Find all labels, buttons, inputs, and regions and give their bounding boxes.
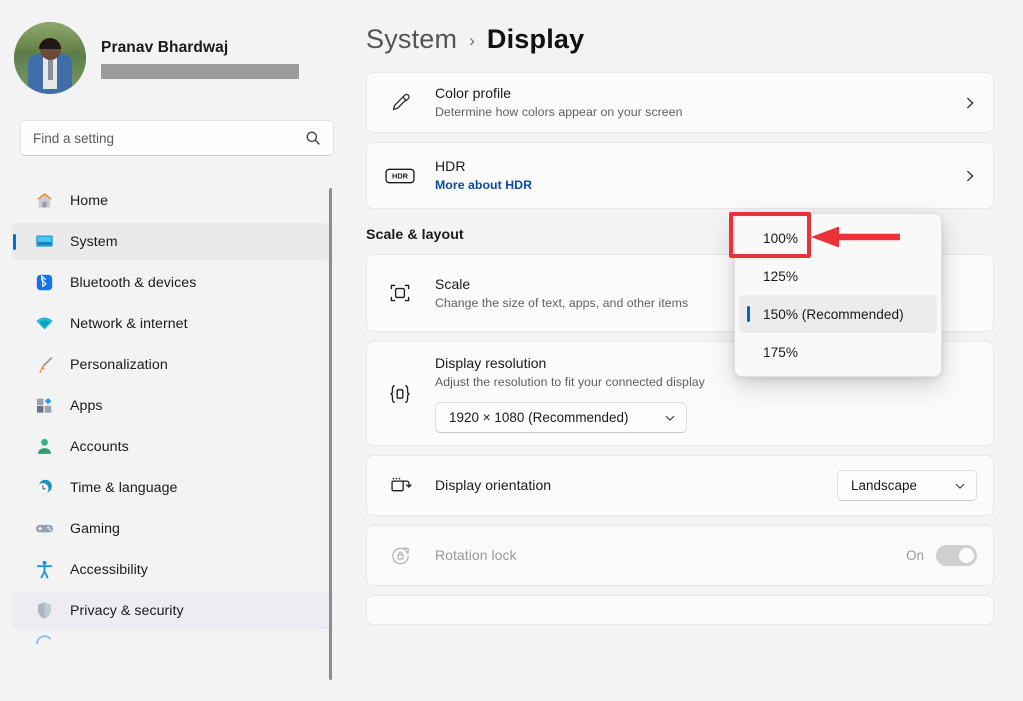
- chevron-down-icon: [954, 480, 966, 492]
- sidebar-item-time-language[interactable]: Time & language: [12, 469, 330, 506]
- card-title: Display orientation: [435, 476, 837, 495]
- sidebar-item-label: Accounts: [70, 439, 129, 455]
- scale-icon: [383, 276, 417, 310]
- card-title: Rotation lock: [435, 546, 906, 565]
- hdr-badge-icon: HDR: [383, 159, 417, 193]
- display-orientation-value: Landscape: [851, 478, 917, 493]
- rotation-lock-toggle: [936, 545, 977, 566]
- sidebar-item-label: Gaming: [70, 521, 120, 537]
- rotation-lock-icon: [383, 539, 417, 573]
- card-title: Scale: [435, 275, 735, 294]
- orientation-icon: [383, 469, 417, 503]
- sidebar-item-gaming[interactable]: Gaming: [12, 510, 330, 547]
- sidebar-item-home[interactable]: Home: [12, 182, 330, 219]
- sidebar-scrollbar[interactable]: [329, 188, 333, 680]
- card-partial-below[interactable]: [366, 595, 994, 625]
- shield-icon: [32, 599, 56, 623]
- sidebar-item-label: Home: [70, 193, 108, 209]
- sidebar-item-label: Personalization: [70, 357, 168, 373]
- gamepad-icon: [32, 517, 56, 541]
- card-hdr[interactable]: HDR HDR More about HDR: [366, 142, 994, 209]
- scale-option-150[interactable]: 150% (Recommended): [739, 295, 937, 333]
- chevron-right-icon: ›: [469, 31, 475, 51]
- sidebar-item-label: Time & language: [70, 480, 177, 496]
- svg-text:HDR: HDR: [392, 171, 409, 180]
- settings-list: Color profile Determine how colors appea…: [366, 72, 1012, 701]
- windows-update-icon: [32, 633, 56, 653]
- breadcrumb: System › Display: [366, 24, 584, 55]
- account-email-redacted: [101, 64, 299, 79]
- sidebar-item-partial[interactable]: [12, 633, 330, 653]
- breadcrumb-parent-link[interactable]: System: [366, 24, 457, 55]
- chevron-right-icon: [963, 169, 977, 183]
- sidebar-item-bluetooth-devices[interactable]: Bluetooth & devices: [12, 264, 330, 301]
- sidebar-item-personalization[interactable]: Personalization: [12, 346, 330, 383]
- account-name: Pranav Bhardwaj: [101, 38, 299, 58]
- sidebar-item-network-internet[interactable]: Network & internet: [12, 305, 330, 342]
- search-input[interactable]: [33, 131, 305, 146]
- page-title: Display: [487, 24, 584, 55]
- sidebar-scrollbar-thumb[interactable]: [329, 188, 332, 680]
- sidebar-nav: Home System: [0, 178, 348, 701]
- wifi-icon: [32, 312, 56, 336]
- sidebar-item-label: Apps: [70, 398, 103, 414]
- sidebar-item-apps[interactable]: Apps: [12, 387, 330, 424]
- clock-icon: [32, 476, 56, 500]
- display-resolution-value: 1920 × 1080 (Recommended): [449, 410, 629, 425]
- monitor-icon: [32, 230, 56, 254]
- sidebar-item-accessibility[interactable]: Accessibility: [12, 551, 330, 588]
- more-about-hdr-link[interactable]: More about HDR: [435, 177, 951, 194]
- sidebar-item-label: Accessibility: [70, 562, 148, 578]
- card-title: Color profile: [435, 84, 951, 103]
- card-subtitle: Change the size of text, apps, and other…: [435, 295, 735, 312]
- card-rotation-lock: Rotation lock On: [366, 525, 994, 586]
- sidebar-item-label: System: [70, 234, 118, 250]
- search-icon: [305, 130, 321, 146]
- sidebar-item-label: Network & internet: [70, 316, 188, 332]
- chevron-right-icon: [963, 96, 977, 110]
- display-resolution-dropdown[interactable]: 1920 × 1080 (Recommended): [435, 402, 687, 433]
- scale-dropdown-flyout: 100% 125% 150% (Recommended) 175%: [734, 213, 942, 377]
- scale-option-100[interactable]: 100%: [739, 219, 937, 257]
- display-orientation-dropdown[interactable]: Landscape: [837, 470, 977, 501]
- card-color-profile[interactable]: Color profile Determine how colors appea…: [366, 72, 994, 133]
- scale-option-label: 175%: [763, 345, 798, 360]
- card-subtitle: Determine how colors appear on your scre…: [435, 104, 951, 121]
- sidebar: Pranav Bhardwaj: [0, 0, 348, 701]
- scale-option-175[interactable]: 175%: [739, 333, 937, 371]
- rotation-lock-state-label: On: [906, 548, 924, 563]
- paintbrush-icon: [32, 353, 56, 377]
- avatar: [14, 22, 86, 94]
- scale-option-label: 100%: [763, 231, 798, 246]
- person-icon: [32, 435, 56, 459]
- card-title: HDR: [435, 157, 951, 176]
- eyedropper-icon: [383, 86, 417, 120]
- scale-option-label: 150% (Recommended): [763, 307, 904, 322]
- apps-icon: [32, 394, 56, 418]
- sidebar-item-system[interactable]: System: [12, 223, 330, 260]
- account-header[interactable]: Pranav Bhardwaj: [14, 14, 334, 102]
- scale-option-label: 125%: [763, 269, 798, 284]
- sidebar-item-label: Privacy & security: [70, 603, 184, 619]
- search-box[interactable]: [20, 120, 334, 156]
- scale-option-125[interactable]: 125%: [739, 257, 937, 295]
- chevron-down-icon: [664, 412, 676, 424]
- bluetooth-icon: [32, 271, 56, 295]
- sidebar-item-privacy-security[interactable]: Privacy & security: [12, 592, 330, 629]
- card-display-orientation[interactable]: Display orientation Landscape: [366, 455, 994, 516]
- resolution-icon: [383, 377, 417, 411]
- settings-window: Pranav Bhardwaj: [0, 0, 1023, 701]
- sidebar-item-accounts[interactable]: Accounts: [12, 428, 330, 465]
- accessibility-icon: [32, 558, 56, 582]
- home-icon: [32, 189, 56, 213]
- sidebar-item-label: Bluetooth & devices: [70, 275, 196, 291]
